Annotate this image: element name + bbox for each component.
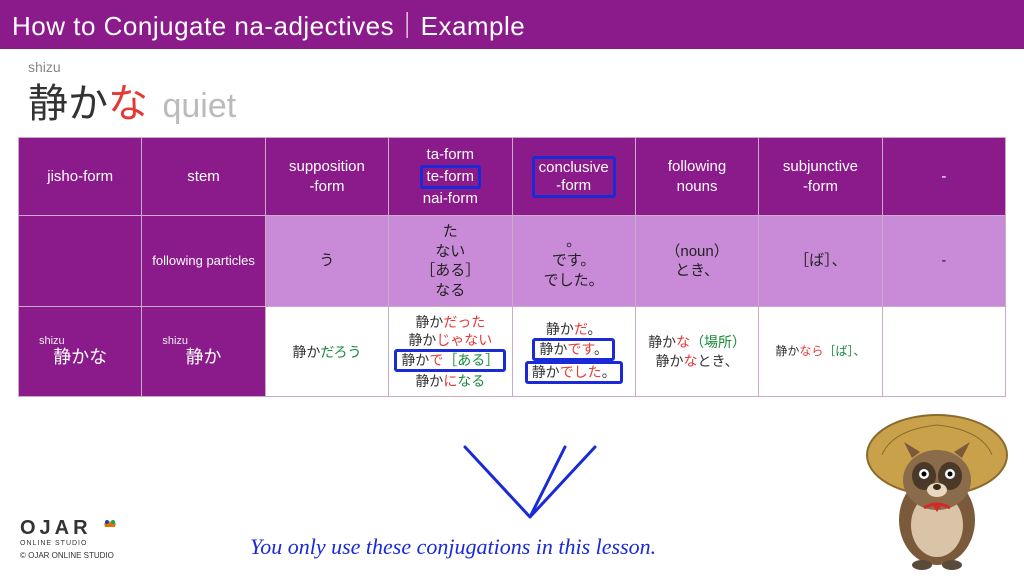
col-conclusive: conclusive-form bbox=[512, 138, 635, 216]
example-supposition: 静かだろう bbox=[265, 307, 388, 397]
col-stem: stem bbox=[142, 138, 265, 216]
conclusive-highlight: conclusive-form bbox=[532, 156, 616, 198]
example-conclusive: 静かだ。 静かです。 静かでした。 bbox=[512, 307, 635, 397]
col-blank: - bbox=[882, 138, 1005, 216]
col-ta-te-nai: ta-form te-form nai-form bbox=[389, 138, 512, 216]
suffix-ta-te-nai: た ない ［ある］ なる bbox=[389, 216, 512, 307]
col-supposition: supposition-form bbox=[265, 138, 388, 216]
headword-english: quiet bbox=[162, 87, 236, 125]
butterfly-icon bbox=[101, 517, 119, 531]
suffix-subjunctive: ［ば］、 bbox=[759, 216, 882, 307]
logo-brand: OJAR bbox=[20, 517, 119, 540]
annotation-text: You only use these conjugations in this … bbox=[250, 534, 656, 560]
te-aru-highlight: 静かで［ある］ bbox=[394, 349, 506, 372]
logo: OJAR ONLINE STUDIO © OJAR ONLINE STUDIO bbox=[20, 517, 119, 560]
suffix-stem-label: following particles bbox=[142, 216, 265, 307]
annotation-arrow-icon bbox=[440, 442, 620, 522]
headword: shizu 静かな quiet bbox=[0, 49, 1024, 137]
desu-highlight: 静かです。 bbox=[532, 338, 615, 361]
headword-na: な bbox=[108, 82, 148, 126]
logo-sub: ONLINE STUDIO bbox=[20, 540, 119, 547]
example-jisho: shizu 静かな bbox=[19, 307, 142, 397]
example-subjunctive: 静かなら［ば］、 bbox=[759, 307, 882, 397]
headword-ruby: shizu bbox=[28, 59, 996, 75]
logo-copyright: © OJAR ONLINE STUDIO bbox=[20, 551, 119, 560]
suffix-row: following particles う た ない ［ある］ なる 。 です。… bbox=[19, 216, 1006, 307]
col-subjunctive: subjunctive-form bbox=[759, 138, 882, 216]
suffix-supposition: う bbox=[265, 216, 388, 307]
example-row: shizu 静かな shizu 静か 静かだろう 静かだった 静かじゃない 静か… bbox=[19, 307, 1006, 397]
suffix-following-nouns: （noun） とき、 bbox=[635, 216, 758, 307]
suffix-conclusive: 。 です。 でした。 bbox=[512, 216, 635, 307]
te-form-highlight: te-form bbox=[420, 165, 482, 189]
example-stem: shizu 静か bbox=[142, 307, 265, 397]
example-following-nouns: 静かな（場所） 静かなとき、 bbox=[635, 307, 758, 397]
tanuki-mascot-icon bbox=[862, 400, 1012, 570]
page-banner: How to Conjugate na-adjectives｜Example bbox=[0, 0, 1024, 49]
col-following-nouns: followingnouns bbox=[635, 138, 758, 216]
conjugation-table: jisho-form stem supposition-form ta-form… bbox=[18, 137, 1006, 397]
example-blank bbox=[882, 307, 1005, 397]
headword-stem: 静か bbox=[28, 82, 108, 126]
col-jisho: jisho-form bbox=[19, 138, 142, 216]
suffix-blank: - bbox=[882, 216, 1005, 307]
deshita-highlight: 静かでした。 bbox=[525, 361, 623, 384]
suffix-jisho bbox=[19, 216, 142, 307]
example-ta-te-nai: 静かだった 静かじゃない 静かで［ある］ 静かになる bbox=[389, 307, 512, 397]
